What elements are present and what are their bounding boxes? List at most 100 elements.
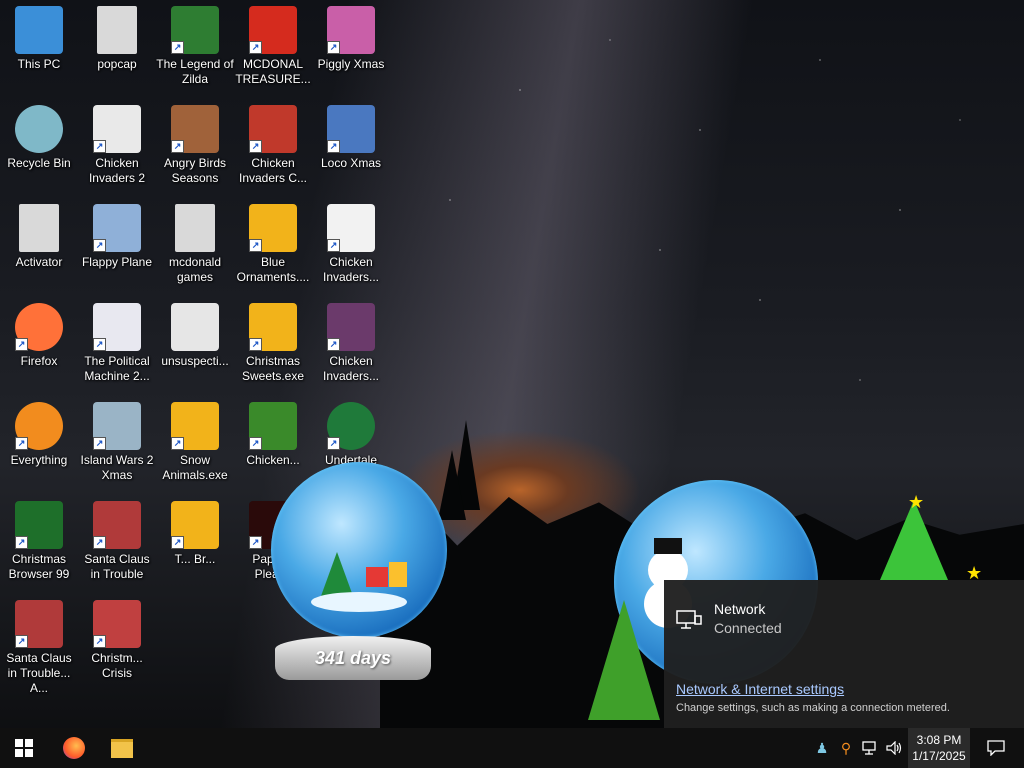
desktop-icon-label: Activator: [15, 255, 63, 269]
shortcut-arrow-icon: ↗: [15, 635, 28, 648]
desktop-icon-label: Santa Claus in Trouble... A...: [6, 651, 72, 695]
shortcut-arrow-icon: ↗: [327, 140, 340, 153]
desktop-icon[interactable]: ↗ Chicken Invaders C...: [234, 105, 312, 186]
shortcut-arrow-icon: ↗: [93, 635, 106, 648]
desktop-icon-label: Snow Animals.exe: [162, 453, 228, 482]
desktop-icon-label: T... Br...: [174, 552, 216, 566]
desktop-icon[interactable]: ↗ Flappy Plane: [78, 204, 156, 270]
desktop-icon-label: Chicken Invaders C...: [238, 156, 308, 185]
firefox-icon: ↗: [15, 303, 63, 351]
network-settings-link[interactable]: Network & Internet settings: [676, 681, 844, 697]
desktop-icon-label: Chicken Invaders...: [322, 255, 380, 284]
game-icon: ↗: [93, 600, 141, 648]
shortcut-arrow-icon: ↗: [93, 437, 106, 450]
desktop-icon-label: Flappy Plane: [81, 255, 153, 269]
game-icon: ↗: [249, 402, 297, 450]
desktop-icon[interactable]: unsuspecti...: [156, 303, 234, 369]
desktop-icon-label: This PC: [17, 57, 61, 71]
desktop-icon[interactable]: This PC: [0, 6, 78, 72]
desktop-icon[interactable]: ↗ Santa Claus in Trouble... A...: [0, 600, 78, 696]
green-tent-decoration: [588, 600, 660, 720]
tray-user-icon[interactable]: ♟: [812, 728, 832, 768]
desktop-icon-label: Christmas Browser 99: [8, 552, 70, 581]
desktop-icon[interactable]: Recycle Bin: [0, 105, 78, 171]
desktop-icon-label: Firefox: [20, 354, 58, 368]
mcdonalds-icon: ↗: [249, 6, 297, 54]
game-icon: ↗: [327, 204, 375, 252]
desktop-icon[interactable]: ↗ Blue Ornaments....: [234, 204, 312, 285]
desktop-icon[interactable]: ↗ Firefox: [0, 303, 78, 369]
top-hat-icon: [654, 538, 682, 554]
desktop-icon[interactable]: popcap: [78, 6, 156, 72]
network-title[interactable]: Network: [714, 601, 765, 617]
desktop-icon[interactable]: ↗ Chicken Invaders 2: [78, 105, 156, 186]
tray-network-icon[interactable]: [860, 728, 882, 768]
taskbar-file-explorer-button[interactable]: [98, 728, 146, 768]
desktop-icon[interactable]: ↗ Snow Animals.exe: [156, 402, 234, 483]
desktop-icon-label: Chicken Invaders...: [322, 354, 380, 383]
action-center-button[interactable]: [976, 728, 1016, 768]
snow-ground: [311, 592, 407, 612]
taskbar-firefox-button[interactable]: [50, 728, 98, 768]
desktop-icon[interactable]: ↗ Angry Birds Seasons: [156, 105, 234, 186]
desktop-icon[interactable]: ↗ Santa Claus in Trouble: [78, 501, 156, 582]
game-icon: ↗: [171, 501, 219, 549]
desktop-icon-label: Everything: [10, 453, 68, 467]
desktop-icon[interactable]: ↗ T... Br...: [156, 501, 234, 567]
desktop-icon-label: Angry Birds Seasons: [163, 156, 227, 185]
snow-globe-left: [271, 462, 447, 638]
shortcut-arrow-icon: ↗: [15, 338, 28, 351]
desktop-icon[interactable]: ↗ Everything: [0, 402, 78, 468]
tray-search-icon[interactable]: ⚲: [836, 728, 856, 768]
game-icon: ↗: [327, 303, 375, 351]
tray-volume-icon[interactable]: [884, 728, 906, 768]
network-settings-description: Change settings, such as making a connec…: [676, 702, 950, 714]
speaker-icon: [886, 741, 902, 755]
shortcut-arrow-icon: ↗: [171, 41, 184, 54]
folder-icon: [19, 204, 59, 252]
notification-icon: [987, 740, 1005, 756]
desktop-icon[interactable]: ↗ The Political Machine 2...: [78, 303, 156, 384]
star-icon: ★: [908, 492, 925, 512]
desktop-icon[interactable]: ↗ Chicken Invaders...: [312, 204, 390, 285]
windows-logo-icon: [15, 739, 33, 757]
desktop-icon[interactable]: ↗ Christm... Crisis: [78, 600, 156, 681]
undertale-icon: ↗: [327, 402, 375, 450]
desktop-icon[interactable]: ↗ Piggly Xmas: [312, 6, 390, 72]
desktop-icon[interactable]: ↗ Christmas Browser 99: [0, 501, 78, 582]
desktop-icon-label: Piggly Xmas: [317, 57, 385, 71]
desktop-icon[interactable]: ↗ Loco Xmas: [312, 105, 390, 171]
desktop-icon[interactable]: Activator: [0, 204, 78, 270]
start-button[interactable]: [0, 728, 48, 768]
desktop-icon-label: Loco Xmas: [320, 156, 382, 170]
desktop-icon-label: The Legend of Zilda: [156, 57, 234, 86]
network-status: Connected: [714, 620, 782, 636]
desktop-icon[interactable]: ↗ Chicken...: [234, 402, 312, 468]
desktop-icon[interactable]: ↗ MCDONAL TREASURE...: [234, 6, 312, 87]
desktop-icon-label: Christm... Crisis: [91, 651, 143, 680]
desktop-icon-label: Christmas Sweets.exe: [241, 354, 305, 383]
desktop-icon[interactable]: ↗ Christmas Sweets.exe: [234, 303, 312, 384]
desktop-icon[interactable]: ↗ The Legend of Zilda: [156, 6, 234, 87]
desktop-icon[interactable]: ↗ Chicken Invaders...: [312, 303, 390, 384]
shortcut-arrow-icon: ↗: [171, 140, 184, 153]
shortcut-arrow-icon: ↗: [327, 239, 340, 252]
desktop-icon[interactable]: ↗ Island Wars 2 Xmas: [78, 402, 156, 483]
game-icon: ↗: [93, 105, 141, 153]
game-icon: ↗: [327, 6, 375, 54]
desktop-icon-label: Blue Ornaments....: [236, 255, 310, 284]
clock[interactable]: 3:08 PM 1/17/2025: [908, 728, 970, 768]
shortcut-arrow-icon: ↗: [249, 140, 262, 153]
game-icon: ↗: [171, 105, 219, 153]
shortcut-arrow-icon: ↗: [249, 41, 262, 54]
desktop-icon[interactable]: mcdonald games: [156, 204, 234, 285]
shortcut-arrow-icon: ↗: [93, 338, 106, 351]
desktop-icon[interactable]: ↗ Undertale: [312, 402, 390, 468]
shortcut-arrow-icon: ↗: [327, 41, 340, 54]
person-icon: ♟: [815, 739, 829, 756]
desktop-icon-label: Recycle Bin: [7, 156, 71, 170]
shortcut-arrow-icon: ↗: [15, 536, 28, 549]
game-icon: ↗: [249, 303, 297, 351]
game-icon: ↗: [93, 204, 141, 252]
game-icon: ↗: [93, 402, 141, 450]
